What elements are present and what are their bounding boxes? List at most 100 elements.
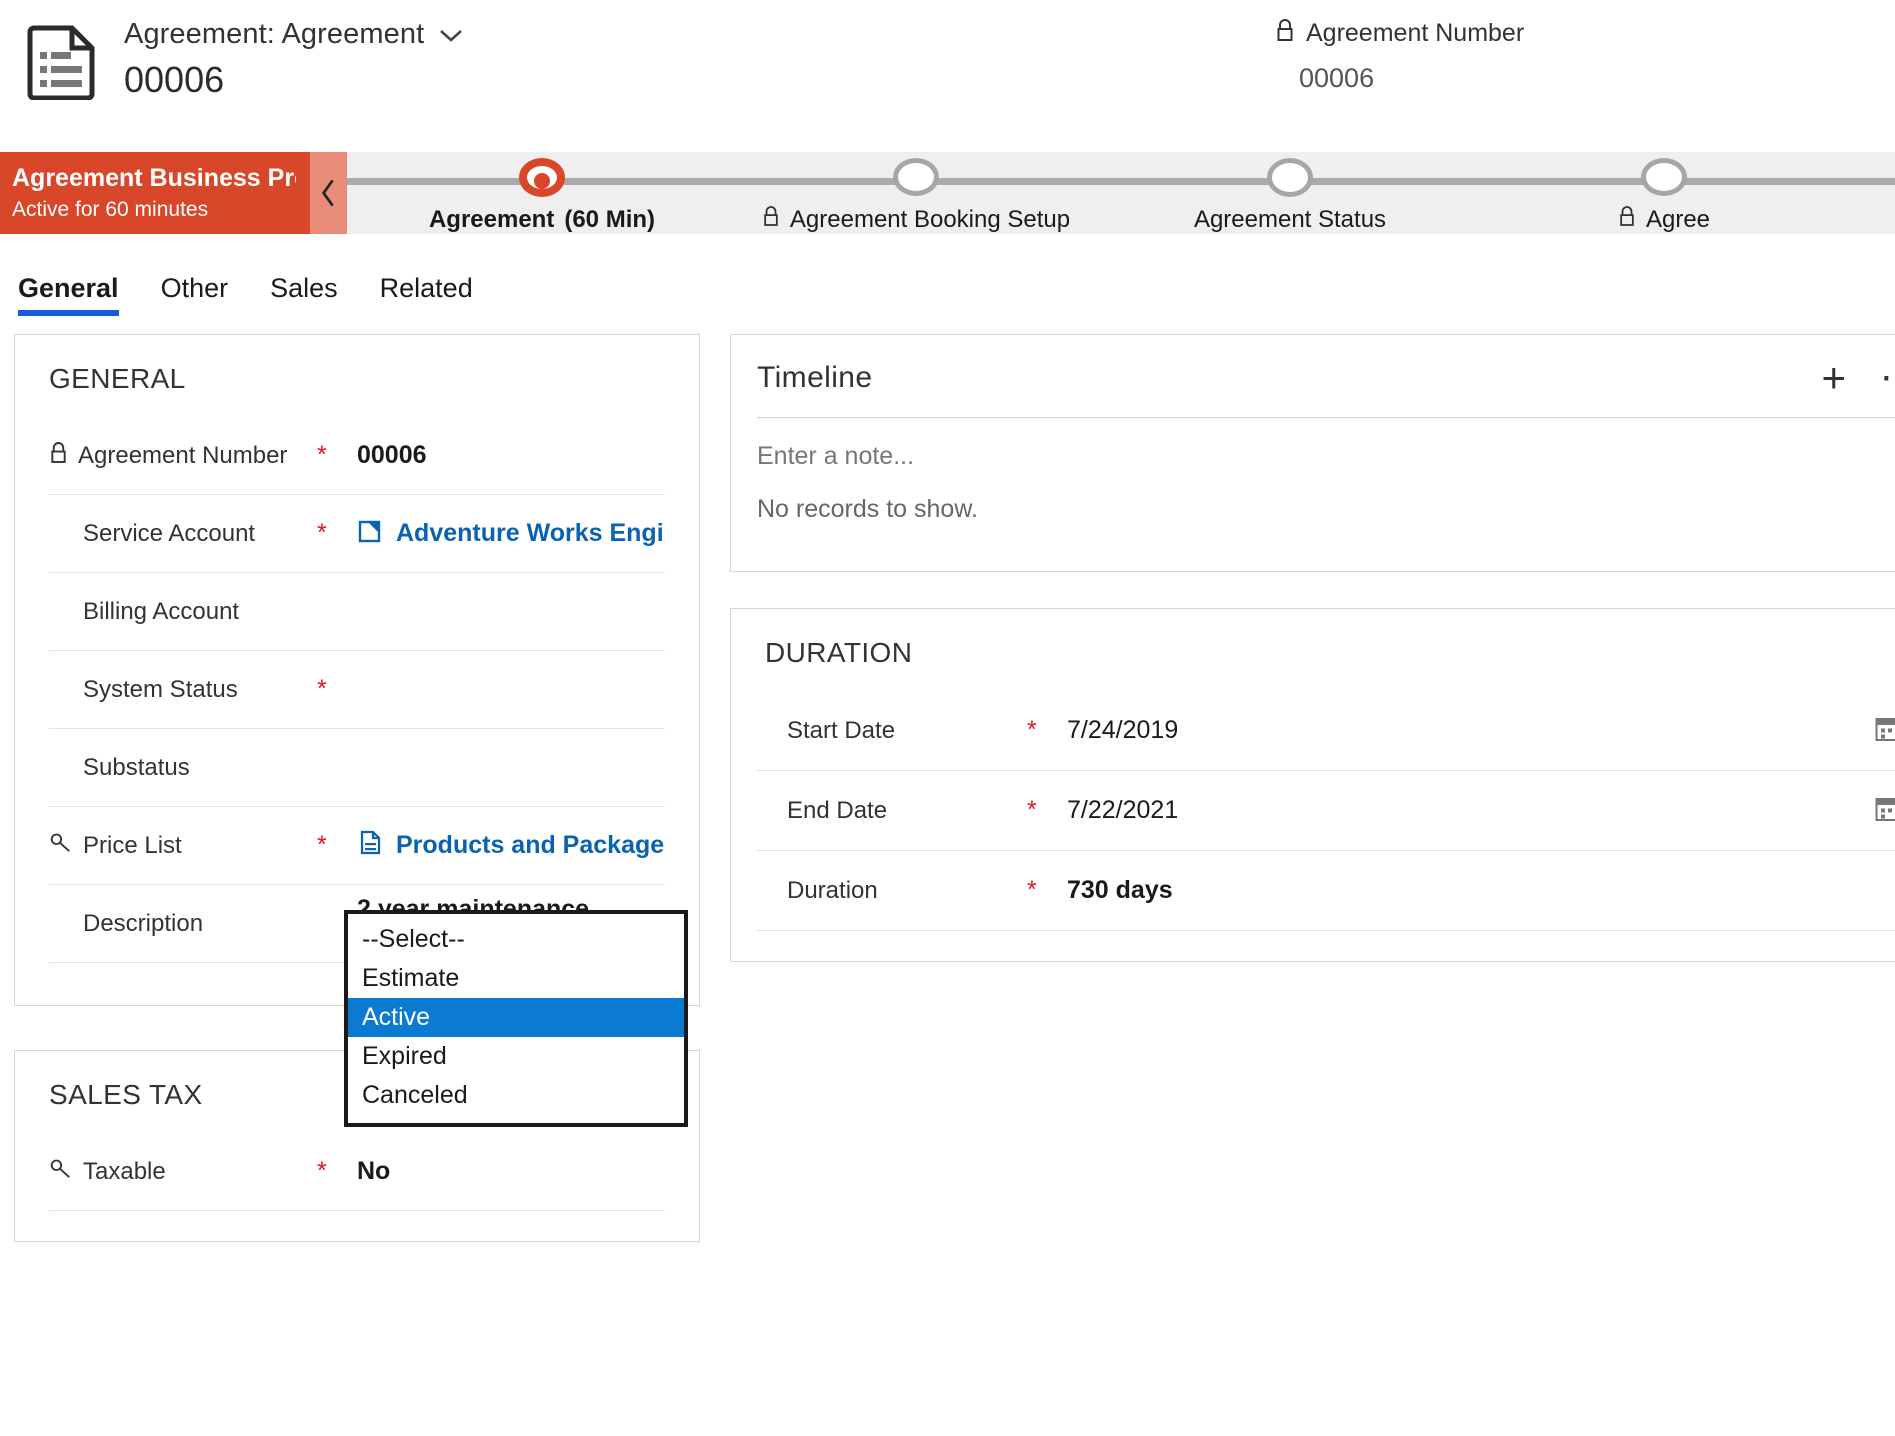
field-label: Description: [83, 909, 204, 937]
header-title-block: Agreement: Agreement 00006: [124, 18, 464, 101]
bpf-stage-agreement-overflow[interactable]: Agree: [1469, 152, 1859, 234]
timeline-card: Timeline + ⋯ Enter a note... No records …: [730, 334, 1895, 572]
field-label: Duration: [787, 876, 878, 904]
field-label: Start Date: [787, 716, 896, 744]
lock-icon: [762, 205, 780, 234]
field-value-start-date: 7/24/2019: [1067, 716, 1179, 744]
lock-icon: [1275, 18, 1295, 49]
field-value-end-date: 7/22/2021: [1067, 796, 1179, 824]
duration-section-card: DURATION Start Date * 7/24/2019 End Date: [730, 608, 1895, 962]
right-column: Timeline + ⋯ Enter a note... No records …: [730, 334, 1895, 962]
business-process-flow: Agreement Business Pro... Active for 60 …: [0, 152, 1895, 234]
bpf-node-pending-icon: [893, 158, 939, 196]
field-label: Billing Account: [83, 597, 240, 625]
field-label: End Date: [787, 796, 888, 824]
field-value-duration: 730 days: [1067, 876, 1173, 904]
bpf-stage-track: Agreement (60 Min) Agreement Booking Set…: [347, 152, 1895, 234]
duration-section-title: DURATION: [765, 637, 913, 668]
field-row-agreement-number[interactable]: Agreement Number * 00006: [49, 417, 665, 495]
required-indicator: *: [317, 675, 327, 703]
left-column: GENERAL Agreement Number * 00006 Service…: [14, 334, 700, 1242]
timeline-title: Timeline: [757, 361, 873, 394]
form-tabs: General Other Sales Related: [0, 234, 1895, 316]
link-text: Adventure Works Enginee...: [396, 519, 665, 547]
tab-general[interactable]: General: [18, 273, 119, 316]
document-list-icon: [26, 22, 100, 101]
field-label: Agreement Number: [78, 441, 288, 469]
bpf-stage-duration: (60 Min): [564, 206, 656, 233]
account-entity-icon: [357, 516, 383, 551]
field-row-service-account[interactable]: Service Account * Adventure Works Engine…: [49, 495, 665, 573]
lock-icon: [49, 441, 68, 471]
header-field-label: Agreement Number: [1306, 19, 1525, 47]
general-section-title: GENERAL: [49, 363, 186, 394]
link-text: Products and Packaged S...: [396, 831, 665, 859]
field-label: System Status: [83, 675, 238, 703]
bpf-stage-label: Agreement: [428, 206, 555, 233]
entity-title: Agreement: Agreement: [124, 18, 425, 50]
tab-other[interactable]: Other: [161, 273, 229, 316]
required-indicator: *: [317, 519, 327, 547]
record-name: 00006: [124, 59, 225, 100]
field-row-taxable[interactable]: Taxable * No: [49, 1133, 665, 1211]
system-status-dropdown-list[interactable]: --Select-- Estimate Active Expired Cance…: [344, 910, 688, 1127]
timeline-note-input[interactable]: Enter a note...: [757, 442, 914, 471]
dropdown-option-estimate[interactable]: Estimate: [348, 959, 684, 998]
bpf-stage-agreement-status[interactable]: Agreement Status: [1095, 152, 1485, 234]
dropdown-option-expired[interactable]: Expired: [348, 1037, 684, 1076]
bpf-node-active-icon: [519, 158, 565, 197]
key-icon: [49, 831, 73, 860]
tab-sales[interactable]: Sales: [270, 273, 338, 316]
calendar-icon[interactable]: [1874, 794, 1895, 827]
calendar-icon[interactable]: [1874, 714, 1895, 747]
required-indicator: *: [317, 441, 327, 469]
required-indicator: *: [317, 1157, 327, 1185]
bpf-collapse-button[interactable]: [310, 152, 347, 234]
bpf-stage-agreement[interactable]: Agreement (60 Min): [347, 152, 737, 234]
field-value-taxable: No: [357, 1157, 391, 1185]
field-row-substatus[interactable]: Substatus: [49, 729, 665, 807]
price-list-entity-icon: [357, 828, 383, 863]
timeline-empty-text: No records to show.: [757, 495, 978, 523]
header-field-value: 00006: [1299, 63, 1375, 93]
dropdown-option-select[interactable]: --Select--: [348, 920, 684, 959]
bpf-stage-label: Agree: [1645, 205, 1711, 233]
field-row-duration[interactable]: Duration * 730 days: [757, 851, 1895, 931]
bpf-stage-label: Agreement Booking Setup: [789, 205, 1071, 233]
field-row-end-date[interactable]: End Date * 7/22/2021: [757, 771, 1895, 851]
plus-icon[interactable]: +: [1821, 357, 1846, 399]
general-section-card: GENERAL Agreement Number * 00006 Service…: [14, 334, 700, 1006]
lock-icon: [1618, 205, 1636, 234]
bpf-current-stage-box[interactable]: Agreement Business Pro... Active for 60 …: [0, 152, 310, 234]
required-indicator: *: [1027, 716, 1037, 744]
bpf-node-pending-icon: [1267, 158, 1313, 197]
field-label: Taxable: [83, 1157, 166, 1185]
field-row-start-date[interactable]: Start Date * 7/24/2019: [757, 691, 1895, 771]
bpf-node-pending-icon: [1641, 158, 1687, 196]
required-indicator: *: [317, 831, 327, 859]
chevron-down-icon[interactable]: [438, 27, 464, 43]
record-header: Agreement: Agreement 00006 Agreement Num…: [0, 0, 1895, 130]
form-body: GENERAL Agreement Number * 00006 Service…: [0, 316, 1895, 1242]
required-indicator: *: [1027, 796, 1037, 824]
field-label: Price List: [83, 831, 182, 859]
bpf-stage-subtitle: Active for 60 minutes: [12, 198, 209, 221]
bpf-stage-title: Agreement Business Pro...: [12, 164, 296, 192]
bpf-stage-agreement-booking-setup[interactable]: Agreement Booking Setup: [721, 152, 1111, 234]
dropdown-option-active[interactable]: Active: [348, 998, 684, 1037]
required-indicator: *: [1027, 876, 1037, 904]
more-options-icon[interactable]: ⋯: [1880, 359, 1895, 397]
field-value-service-account[interactable]: Adventure Works Enginee...: [357, 516, 665, 551]
dropdown-option-canceled[interactable]: Canceled: [348, 1076, 684, 1115]
field-row-price-list[interactable]: Price List * Products and Packaged S...: [49, 807, 665, 885]
field-label: Service Account: [83, 519, 256, 547]
field-row-billing-account[interactable]: Billing Account: [49, 573, 665, 651]
header-agreement-number-field: Agreement Number 00006: [1235, 18, 1895, 94]
field-row-system-status[interactable]: System Status *: [49, 651, 665, 729]
field-value-price-list[interactable]: Products and Packaged S...: [357, 828, 665, 863]
field-label: Substatus: [83, 753, 190, 781]
field-value-agreement-number: 00006: [357, 441, 427, 469]
tab-related[interactable]: Related: [380, 273, 473, 316]
key-icon: [49, 1157, 73, 1186]
bpf-stage-label: Agreement Status: [1193, 206, 1387, 233]
